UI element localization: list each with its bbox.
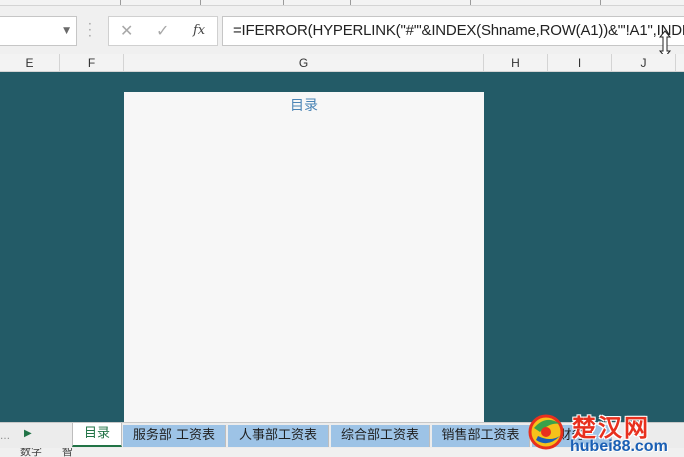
- tab-general-payroll[interactable]: 综合部工资表: [331, 425, 430, 447]
- formula-text: =IFERROR(HYPERLINK("#'"&INDEX(Shname,ROW…: [233, 22, 684, 39]
- function-icon[interactable]: fx: [193, 23, 205, 38]
- column-header-e[interactable]: E: [0, 54, 60, 72]
- sheet-nav-prev[interactable]: …: [0, 431, 10, 442]
- brand-url: hubei88.com: [570, 438, 668, 455]
- tab-toc[interactable]: 目录: [72, 423, 122, 447]
- status-mode: 数字: [20, 448, 42, 457]
- sheet-next-icon[interactable]: ▶: [24, 428, 32, 439]
- formula-bar: ▼ · · · ✕ ✓ fx =IFERROR(HYPERLINK("#'"&IND…: [0, 6, 684, 58]
- status-extra: 智: [62, 448, 73, 457]
- tab-service-payroll[interactable]: 服务部 工资表: [123, 425, 226, 447]
- column-header-i[interactable]: I: [548, 54, 612, 72]
- dropdown-arrow-icon[interactable]: ▼: [63, 26, 70, 36]
- toc-title[interactable]: 目录: [124, 95, 484, 115]
- column-header-h[interactable]: H: [484, 54, 548, 72]
- worksheet-grid[interactable]: 目录: [0, 72, 684, 432]
- tab-hr-payroll[interactable]: 人事部工资表: [228, 425, 329, 447]
- column-headers: E F G H I J: [0, 54, 684, 72]
- toc-panel[interactable]: 目录: [124, 92, 484, 432]
- column-header-f[interactable]: F: [60, 54, 124, 72]
- brand-watermark: 楚汉网 hubei88.com: [522, 408, 684, 457]
- formula-buttons: ✕ ✓ fx: [108, 16, 218, 46]
- column-header-j[interactable]: J: [612, 54, 676, 72]
- formula-bar-grip[interactable]: · · ·: [88, 18, 92, 42]
- name-box[interactable]: ▼: [0, 16, 77, 46]
- brand-logo-icon: [528, 414, 564, 450]
- formula-input[interactable]: =IFERROR(HYPERLINK("#'"&INDEX(Shname,ROW…: [222, 16, 684, 46]
- column-header-g[interactable]: G: [124, 54, 484, 72]
- enter-icon[interactable]: ✓: [156, 21, 169, 40]
- tab-sales-payroll[interactable]: 销售部工资表: [432, 425, 530, 447]
- cancel-icon[interactable]: ✕: [120, 21, 133, 40]
